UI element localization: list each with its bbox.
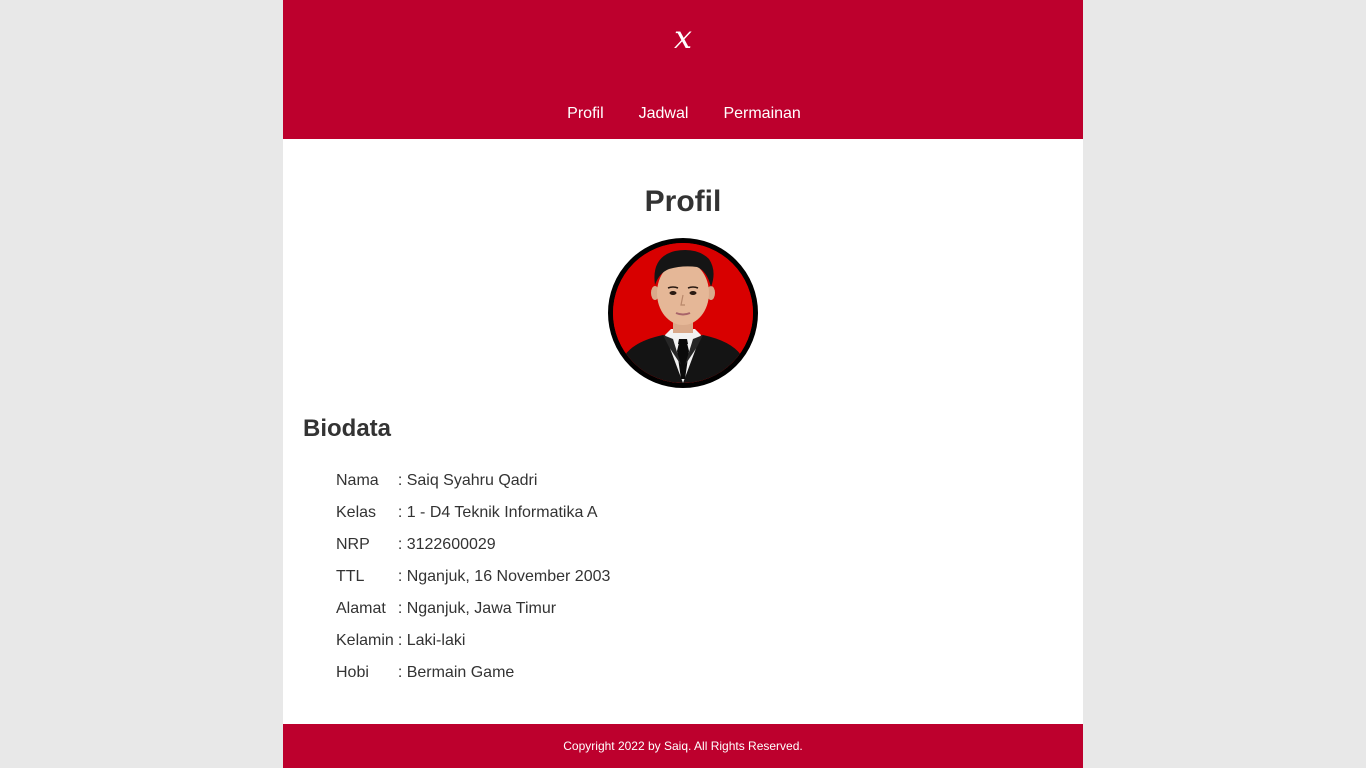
table-row: Kelas : 1 - D4 Teknik Informatika A bbox=[334, 497, 612, 529]
biodata-value-ttl: : Nganjuk, 16 November 2003 bbox=[397, 568, 611, 585]
biodata-value-nrp: : 3122600029 bbox=[397, 536, 496, 553]
page-container: x Profil Jadwal Permainan Profil Biodata… bbox=[283, 0, 1083, 768]
biodata-value-hobi: : Bermain Game bbox=[397, 664, 515, 681]
site-header: x Profil Jadwal Permainan bbox=[283, 0, 1083, 139]
profile-photo bbox=[608, 238, 758, 388]
table-row: Hobi : Bermain Game bbox=[334, 657, 612, 689]
nav-link-profil[interactable]: Profil bbox=[567, 103, 603, 125]
nav-link-permainan[interactable]: Permainan bbox=[723, 103, 800, 125]
biodata-heading: Biodata bbox=[303, 415, 392, 442]
biodata-table: Nama : Saiq Syahru Qadri Kelas : 1 - D4 … bbox=[334, 465, 612, 689]
biodata-label-kelas: Kelas bbox=[336, 504, 377, 521]
nav-link-jadwal[interactable]: Jadwal bbox=[639, 103, 689, 125]
biodata-label-nrp: NRP bbox=[336, 536, 370, 553]
biodata-label-nama: Nama bbox=[336, 472, 379, 489]
table-row: NRP : 3122600029 bbox=[334, 529, 612, 561]
site-logo[interactable]: x bbox=[283, 17, 1083, 57]
profile-photo-image bbox=[613, 243, 753, 383]
biodata-label-alamat: Alamat bbox=[336, 600, 386, 617]
biodata-label-kelamin: Kelamin bbox=[336, 632, 394, 649]
page-title: Profil bbox=[644, 185, 722, 218]
site-footer: Copyright 2022 by Saiq. All Rights Reser… bbox=[283, 724, 1083, 768]
biodata-value-kelamin: : Laki-laki bbox=[397, 632, 466, 649]
biodata-value-kelas: : 1 - D4 Teknik Informatika A bbox=[397, 504, 598, 521]
main-nav: Profil Jadwal Permainan bbox=[283, 103, 1083, 125]
biodata-value-alamat: : Nganjuk, Jawa Timur bbox=[397, 600, 557, 617]
biodata-label-hobi: Hobi bbox=[336, 664, 369, 681]
biodata-label-ttl: TTL bbox=[336, 568, 365, 585]
biodata-value-nama: : Saiq Syahru Qadri bbox=[397, 472, 538, 489]
table-row: TTL : Nganjuk, 16 November 2003 bbox=[334, 561, 612, 593]
copyright-text: Copyright 2022 by Saiq. All Rights Reser… bbox=[563, 739, 803, 753]
table-row: Nama : Saiq Syahru Qadri bbox=[334, 465, 612, 497]
table-row: Kelamin : Laki-laki bbox=[334, 625, 612, 657]
table-row: Alamat : Nganjuk, Jawa Timur bbox=[334, 593, 612, 625]
